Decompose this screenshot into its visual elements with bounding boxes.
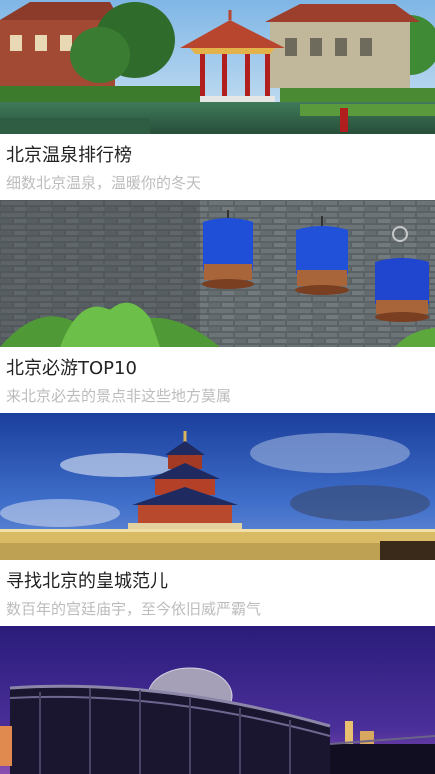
topic-card-hot-springs[interactable]: 北京温泉排行榜 细数北京温泉，温暖你的冬天 [0, 0, 435, 200]
topic-card-imperial[interactable]: 寻找北京的皇城范儿 数百年的宫廷庙宇，至今依旧威严霸气 [0, 413, 435, 626]
birdcages-image[interactable] [0, 200, 435, 347]
card-subtitle: 细数北京温泉，温暖你的冬天 [6, 174, 202, 192]
card-subtitle: 数百年的宫廷庙宇，至今依旧威严霸气 [6, 600, 262, 618]
national-theatre-image[interactable] [0, 626, 435, 774]
temple-of-heaven-image[interactable] [0, 413, 435, 560]
card-subtitle: 来北京必去的景点非这些地方莫属 [6, 387, 232, 405]
card-caption: 北京必游TOP10 来北京必去的景点非这些地方莫属 [0, 347, 435, 413]
card-title: 北京必游TOP10 [6, 358, 137, 379]
topic-card-national-theatre[interactable] [0, 626, 435, 774]
card-title: 北京温泉排行榜 [6, 145, 132, 166]
card-title: 寻找北京的皇城范儿 [6, 571, 168, 592]
hot-spring-pavilion-image[interactable] [0, 0, 435, 134]
topic-card-top10[interactable]: 北京必游TOP10 来北京必去的景点非这些地方莫属 [0, 200, 435, 413]
topic-feed: 北京温泉排行榜 细数北京温泉，温暖你的冬天 北京必游TOP10 来北京必去的景点… [0, 0, 435, 774]
card-caption: 寻找北京的皇城范儿 数百年的宫廷庙宇，至今依旧威严霸气 [0, 560, 435, 626]
card-caption: 北京温泉排行榜 细数北京温泉，温暖你的冬天 [0, 134, 435, 200]
